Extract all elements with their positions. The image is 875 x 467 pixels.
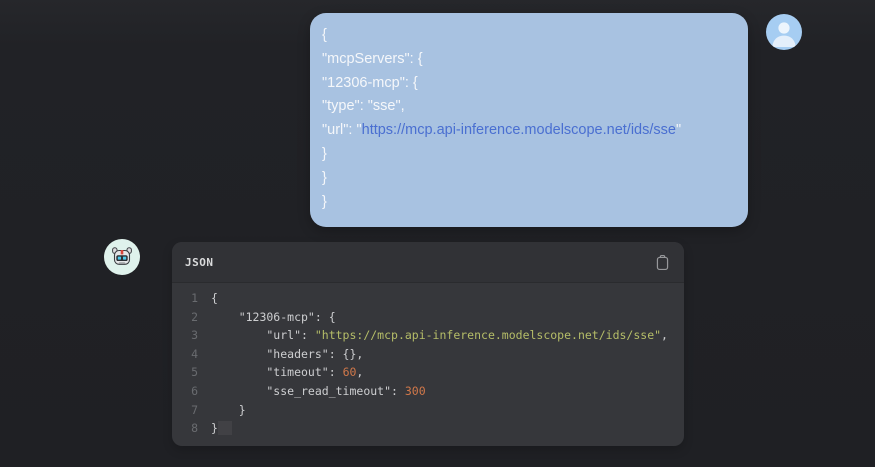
- text-segment: ,: [356, 365, 363, 379]
- line-number: 6: [182, 382, 198, 401]
- chat-canvas: { "mcpServers": { "12306-mcp": { "type": "s…: [0, 0, 875, 467]
- text-segment: 300: [405, 384, 426, 398]
- text-segment: [218, 421, 232, 435]
- user-message-bubble: { "mcpServers": { "12306-mcp": { "type": "s…: [310, 13, 748, 227]
- text-segment: "12306-mcp": {: [322, 75, 418, 91]
- text-segment: "12306-mcp": {: [211, 310, 336, 324]
- code-text: "12306-mcp": {: [211, 308, 336, 327]
- text-segment: }: [322, 170, 327, 186]
- code-text: }: [211, 401, 246, 420]
- user-message-text: { "mcpServers": { "12306-mcp": { "type": "s…: [322, 24, 736, 214]
- code-line: 7 }: [182, 401, 674, 420]
- text-segment: {: [322, 27, 327, 43]
- text-segment: }: [322, 194, 327, 210]
- code-block: JSON 1{2 "12306-mcp": {3 "url": "https:/…: [172, 242, 684, 446]
- user-json-line: {: [322, 24, 736, 48]
- line-number: 2: [182, 308, 198, 327]
- text-segment: }: [211, 421, 218, 435]
- text-segment: "headers": {},: [211, 347, 363, 361]
- code-text: "headers": {},: [211, 345, 363, 364]
- text-segment: "https://mcp.api-inference.modelscope.ne…: [315, 328, 661, 342]
- text-segment: 60: [343, 365, 357, 379]
- code-line: 4 "headers": {},: [182, 345, 674, 364]
- code-text: "url": "https://mcp.api-inference.models…: [211, 326, 668, 345]
- copy-button[interactable]: [653, 252, 671, 272]
- code-text: "sse_read_timeout": 300: [211, 382, 426, 401]
- language-label: JSON: [185, 256, 214, 269]
- code-text: {: [211, 289, 218, 308]
- text-segment: {: [211, 291, 218, 305]
- line-number: 7: [182, 401, 198, 420]
- line-number: 8: [182, 419, 198, 438]
- line-number: 4: [182, 345, 198, 364]
- clipboard-icon: [655, 254, 670, 271]
- code-block-header: JSON: [172, 242, 684, 283]
- line-number: 5: [182, 363, 198, 382]
- code-lines: 1{2 "12306-mcp": {3 "url": "https://mcp.…: [172, 283, 684, 438]
- user-json-line: "12306-mcp": {: [322, 72, 736, 96]
- text-segment: "type": "sse",: [322, 98, 405, 114]
- code-text: "timeout": 60,: [211, 363, 363, 382]
- text-segment: "sse_read_timeout":: [211, 384, 405, 398]
- person-icon: [766, 14, 802, 50]
- text-segment: "url": ": [322, 122, 362, 138]
- assistant-avatar: [104, 239, 140, 275]
- url-link[interactable]: https://mcp.api-inference.modelscope.net…: [362, 122, 676, 138]
- user-json-line: "type": "sse",: [322, 95, 736, 119]
- code-line: 5 "timeout": 60,: [182, 363, 674, 382]
- user-json-line: "url": "https://mcp.api-inference.models…: [322, 119, 736, 143]
- text-segment: "mcpServers": {: [322, 51, 423, 67]
- user-avatar: [766, 14, 802, 50]
- text-segment: }: [211, 403, 246, 417]
- line-number: 1: [182, 289, 198, 308]
- code-line: 1{: [182, 289, 674, 308]
- code-line: 6 "sse_read_timeout": 300: [182, 382, 674, 401]
- code-text: }: [211, 419, 232, 438]
- user-json-line: }: [322, 191, 736, 215]
- user-json-line: }: [322, 143, 736, 167]
- text-segment: ,: [661, 328, 668, 342]
- code-line: 8}: [182, 419, 674, 438]
- user-json-line: "mcpServers": {: [322, 48, 736, 72]
- line-number: 3: [182, 326, 198, 345]
- text-segment: }: [322, 146, 327, 162]
- robot-icon: [104, 239, 140, 275]
- user-json-line: }: [322, 167, 736, 191]
- text-segment: ": [676, 122, 681, 138]
- code-line: 3 "url": "https://mcp.api-inference.mode…: [182, 326, 674, 345]
- text-segment: "timeout":: [211, 365, 343, 379]
- text-segment: "url":: [211, 328, 315, 342]
- code-line: 2 "12306-mcp": {: [182, 308, 674, 327]
